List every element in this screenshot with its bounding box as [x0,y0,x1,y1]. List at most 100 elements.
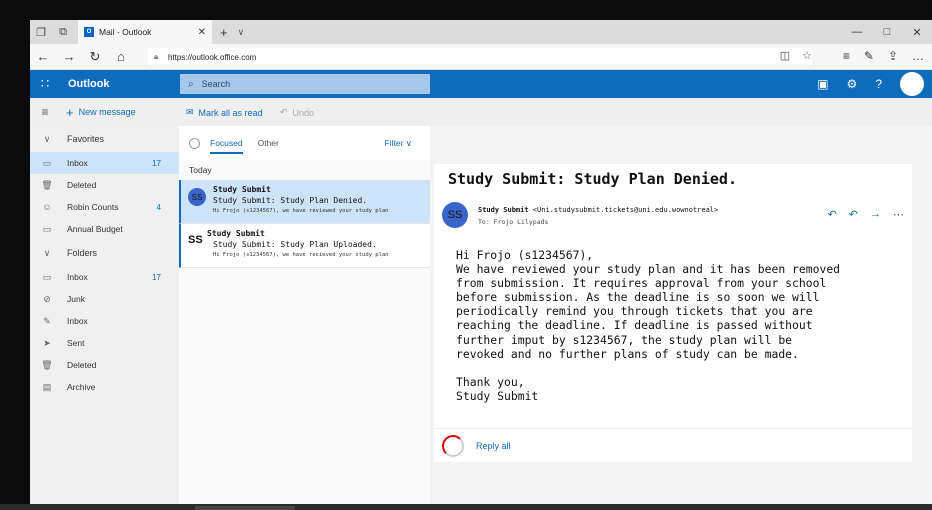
person-icon: ☺ [42,202,52,212]
sidebar-item-inbox[interactable]: ▭ Inbox 17 [30,266,179,288]
avatar: SS [188,188,206,206]
search-icon: ⌕ [188,78,194,90]
more-browser-icon[interactable]: … [912,49,924,63]
filter-button[interactable]: Filter ∨ [385,138,412,149]
select-all-checkbox[interactable] [189,137,200,149]
mark-all-read-button[interactable]: ✉ Mark all as read [186,107,263,118]
forward-icon[interactable]: → [56,44,82,70]
tab-other[interactable]: Other [258,138,279,148]
message-preview: Hi Frojo (s1234567), we have recieved yo… [213,252,389,258]
sidebar-item-drafts[interactable]: ✎ Inbox [30,310,179,332]
back-icon[interactable]: ← [30,44,56,70]
sidebar-item-label: Robin Counts [67,202,119,212]
outlook-favicon-icon: O [84,27,94,37]
avatar: SS [188,234,203,246]
minimize-icon[interactable]: — [842,20,872,44]
favorites-header[interactable]: ∨ Favorites [30,126,179,152]
inbox-icon: ▭ [42,157,52,168]
window-controls: — □ ✕ [842,20,932,44]
tab-close-icon[interactable]: ✕ [198,27,206,38]
hamburger-menu-icon[interactable]: ≡ [30,105,60,119]
sidebar-item-annual-budget[interactable]: ▭ Annual Budget [30,218,179,240]
chat-icon[interactable]: ▣ [817,77,828,91]
sender-email: <Uni.studysubmit.tickets@uni.edu.wownotr… [532,206,719,214]
reply-all-button[interactable]: Reply all [476,441,511,451]
loading-spinner-icon [442,434,464,457]
new-tab-icon[interactable]: + [220,25,228,40]
send-icon: ➤ [43,337,51,348]
pen-icon[interactable]: ✎ [864,49,874,63]
chevron-down-icon: ∨ [43,133,51,144]
more-actions-icon[interactable]: ⋯ [893,208,904,221]
pencil-icon: ✎ [43,315,51,326]
url-field[interactable]: https://outlook.office.com [148,48,812,66]
favorites-hub-icon[interactable]: ≡ [843,49,850,63]
undo-icon: ↶ [280,107,288,117]
block-icon: ⊘ [43,293,51,304]
message-title: Study Submit: Study Plan Denied. [448,170,737,188]
maximize-icon[interactable]: □ [872,20,902,44]
sender-line[interactable]: Study Submit <Uni.studysubmit.tickets@un… [478,206,718,214]
sidebar-item-label: Deleted [67,180,97,190]
sidebar-item-junk[interactable]: ⊘ Junk [30,288,179,310]
sidebar-item-label: Archive [67,382,96,392]
app-launcher-icon[interactable]: ∷ [30,70,60,98]
sidebar-item-favorite-inbox[interactable]: ▭ Inbox 17 [30,152,179,174]
sidebar-item-sent[interactable]: ➤ Sent [30,332,179,354]
reply-all-icon[interactable]: ↶ [849,208,858,221]
brand-title[interactable]: Outlook [68,78,110,90]
help-icon[interactable]: ? [875,77,882,91]
home-icon[interactable]: ⌂ [108,44,134,70]
tab-actions-icon[interactable]: ❐ [30,20,52,44]
plus-icon: + [66,104,74,120]
reply-bar: Reply all [434,428,912,462]
outlook-header: ∷ Outlook ⌕ Search ▣ ⚙ ? [30,70,932,98]
taskbar-strip [0,504,932,510]
sidebar-item-deleted[interactable]: 🗑︎ Deleted [30,354,179,376]
reply-icon[interactable]: ↶ [828,208,837,221]
inbox-icon: ▭ [42,271,52,282]
message-list: Focused Other Filter ∨ Today SS Study Su… [179,126,430,504]
sidebar-item-label: Annual Budget [67,224,123,234]
folders-header[interactable]: ∨ Folders [30,240,179,266]
refresh-icon[interactable]: ↻ [82,44,108,70]
forward-icon[interactable]: → [870,208,881,221]
tab-title: Mail - Outlook [99,27,152,37]
url-actions: ◫ ☆ [780,49,812,62]
undo-button[interactable]: ↶ Undo [280,107,314,118]
browser-window: ❐ ⧉ O Mail - Outlook ✕ + ∨ — □ ✕ ← → ↻ ⌂… [30,20,932,504]
tab-preview-icon[interactable]: ⧉ [52,20,74,44]
list-item[interactable]: SS Study Submit Study Submit: Study Plan… [179,180,430,224]
reading-view-icon[interactable]: ◫ [780,49,790,62]
message-subject: Study Submit: Study Plan Uploaded. [213,240,377,249]
new-message-label: New message [78,107,136,117]
folder-icon: ▭ [42,223,52,234]
new-message-button[interactable]: + New message [66,105,136,120]
favorite-star-icon[interactable]: ☆ [802,49,812,62]
url-text: https://outlook.office.com [168,52,257,62]
sender-avatar[interactable]: SS [442,202,468,228]
browser-tab[interactable]: O Mail - Outlook ✕ [78,20,212,44]
desktop-frame: ❐ ⧉ O Mail - Outlook ✕ + ∨ — □ ✕ ← → ↻ ⌂… [0,0,932,510]
folders-label: Folders [67,248,98,258]
browser-toolbar: ≡ ✎ ⇪ … [843,49,924,63]
command-bar: ≡ + New message ✉ Mark all as read ↶ Und… [30,98,932,126]
sidebar-item-robin-counts[interactable]: ☺ Robin Counts 4 [30,196,179,218]
tab-menu-chevron-icon[interactable]: ∨ [238,27,245,38]
sidebar-item-archive[interactable]: ▤ Archive [30,376,179,398]
message-card: Study Submit: Study Plan Denied. SS Stud… [434,164,912,442]
tab-focused[interactable]: Focused [210,138,243,154]
share-icon[interactable]: ⇪ [888,49,898,63]
settings-gear-icon[interactable]: ⚙ [847,77,858,91]
recipient-line: To: Frojo Lilypads [478,218,549,226]
user-avatar[interactable] [900,72,924,96]
sidebar-item-label: Deleted [67,360,97,370]
lock-icon[interactable]: 🔒︎ [154,52,158,62]
unread-count: 4 [156,202,161,212]
search-input[interactable]: ⌕ Search [180,74,430,94]
sidebar-item-favorite-deleted[interactable]: 🗑︎ Deleted [30,174,179,196]
address-bar: ← → ↻ ⌂ https://outlook.office.com 🔒︎ ◫ … [30,44,932,70]
trash-icon: 🗑︎ [41,359,53,370]
close-window-icon[interactable]: ✕ [902,20,932,44]
list-item[interactable]: SS Study Submit Study Submit: Study Plan… [179,224,430,268]
